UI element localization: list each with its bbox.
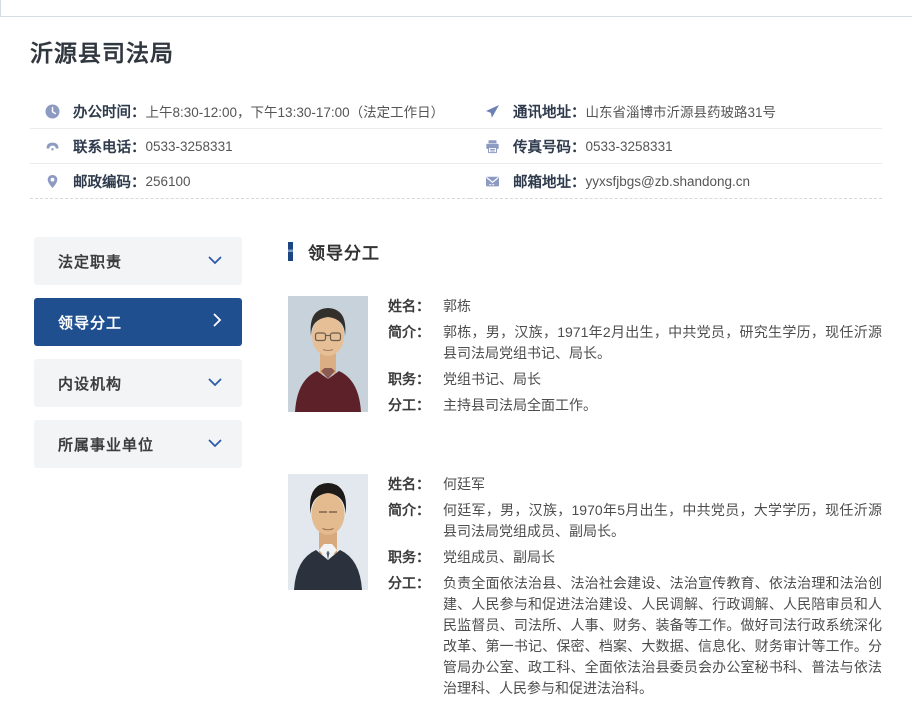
duty-label: 分工： [388, 573, 443, 699]
phone-label: 联系电话： [73, 136, 146, 157]
name-value: 郭栋 [443, 296, 471, 317]
position-value: 党组成员、副局长 [443, 547, 555, 568]
sidebar-item-label: 法定职责 [58, 251, 122, 272]
bio-value: 郭栋，男，汉族，1971年2月出生，中共党员，研究生学历，现任沂源县司法局党组书… [443, 322, 882, 364]
office-hours-value: 上午8:30-12:00，下午13:30-17:00（法定工作日） [146, 101, 445, 121]
sidebar-item-internal-organs[interactable]: 内设机构 [34, 359, 242, 407]
bio-label: 简介： [388, 500, 443, 542]
chevron-down-icon [208, 252, 222, 270]
position-label: 职务： [388, 547, 443, 568]
top-divider [0, 0, 912, 17]
section-header: 领导分工 [288, 240, 882, 262]
name-row: 姓名： 郭栋 [388, 296, 882, 317]
section-accent-bar-icon [288, 242, 293, 261]
sidebar-item-label: 领导分工 [58, 312, 122, 333]
duty-row: 分工： 负责全面依法治县、法治社会建设、法治宣传教育、依法治理和法治创建、人民参… [388, 573, 882, 699]
chevron-down-icon [208, 374, 222, 392]
postal-code-value: 256100 [146, 174, 191, 189]
sidebar-item-leadership-division[interactable]: 领导分工 [34, 298, 242, 346]
position-row: 职务： 党组成员、副局长 [388, 547, 882, 568]
address-value: 山东省淄博市沂源县药玻路31号 [586, 101, 777, 121]
content-layout: 法定职责 领导分工 内设机构 所属事业单位 领导分工 [34, 237, 882, 704]
sidebar-menu: 法定职责 领导分工 内设机构 所属事业单位 [34, 237, 242, 481]
bio-label: 简介： [388, 322, 443, 364]
fax-icon [485, 139, 500, 154]
chevron-down-icon [208, 435, 222, 453]
office-hours-label: 办公时间： [73, 101, 146, 122]
leader-photo [288, 474, 368, 590]
bio-row: 简介： 郭栋，男，汉族，1971年2月出生，中共党员，研究生学历，现任沂源县司法… [388, 322, 882, 364]
page-title: 沂源县司法局 [30, 34, 912, 68]
chevron-right-icon [213, 313, 222, 332]
phone-row: 联系电话： 0533-3258331 [30, 129, 470, 164]
contact-info-panel: 办公时间： 上午8:30-12:00，下午13:30-17:00（法定工作日） … [30, 94, 882, 199]
clock-icon [45, 104, 60, 119]
postal-code-row: 邮政编码： 256100 [30, 164, 470, 199]
name-value: 何廷军 [443, 474, 485, 495]
sidebar-item-affiliated-institutions[interactable]: 所属事业单位 [34, 420, 242, 468]
navigation-icon [485, 104, 500, 119]
position-value: 党组书记、局长 [443, 369, 541, 390]
leader-photo [288, 296, 368, 412]
sidebar-item-label: 内设机构 [58, 373, 122, 394]
fax-label: 传真号码： [513, 136, 586, 157]
fax-row: 传真号码： 0533-3258331 [470, 129, 882, 164]
name-label: 姓名： [388, 474, 443, 495]
address-row: 通讯地址： 山东省淄博市沂源县药玻路31号 [470, 94, 882, 129]
position-row: 职务： 党组书记、局长 [388, 369, 882, 390]
name-row: 姓名： 何廷军 [388, 474, 882, 495]
duty-value: 主持县司法局全面工作。 [443, 395, 597, 416]
email-label: 邮箱地址： [513, 171, 586, 192]
mail-icon [485, 174, 500, 189]
email-value: yyxsfjbgs@zb.shandong.cn [586, 174, 751, 189]
name-label: 姓名： [388, 296, 443, 317]
postal-code-label: 邮政编码： [73, 171, 146, 192]
bio-row: 简介： 何廷军，男，汉族，1970年5月出生，中共党员，大学学历，现任沂源县司法… [388, 500, 882, 542]
phone-value: 0533-3258331 [146, 139, 233, 154]
office-hours-row: 办公时间： 上午8:30-12:00，下午13:30-17:00（法定工作日） [30, 94, 470, 129]
duty-value: 负责全面依法治县、法治社会建设、法治宣传教育、依法治理和法治创建、人民参与和促进… [443, 573, 882, 699]
bio-value: 何廷军，男，汉族，1970年5月出生，中共党员，大学学历，现任沂源县司法局党组成… [443, 500, 882, 542]
main-content: 领导分工 [288, 237, 882, 704]
duty-label: 分工： [388, 395, 443, 416]
section-title: 领导分工 [308, 239, 380, 264]
sidebar-item-statutory-duties[interactable]: 法定职责 [34, 237, 242, 285]
leader-profile: 姓名： 何廷军 简介： 何廷军，男，汉族，1970年5月出生，中共党员，大学学历… [288, 474, 882, 704]
leader-profile: 姓名： 郭栋 简介： 郭栋，男，汉族，1971年2月出生，中共党员，研究生学历，… [288, 296, 882, 421]
location-icon [45, 174, 60, 189]
sidebar-item-label: 所属事业单位 [58, 434, 154, 455]
duty-row: 分工： 主持县司法局全面工作。 [388, 395, 882, 416]
fax-value: 0533-3258331 [586, 139, 673, 154]
leader-fields: 姓名： 郭栋 简介： 郭栋，男，汉族，1971年2月出生，中共党员，研究生学历，… [388, 296, 882, 421]
address-label: 通讯地址： [513, 101, 586, 122]
leader-fields: 姓名： 何廷军 简介： 何廷军，男，汉族，1970年5月出生，中共党员，大学学历… [388, 474, 882, 704]
phone-icon [45, 139, 60, 154]
position-label: 职务： [388, 369, 443, 390]
email-row: 邮箱地址： yyxsfjbgs@zb.shandong.cn [470, 164, 882, 199]
